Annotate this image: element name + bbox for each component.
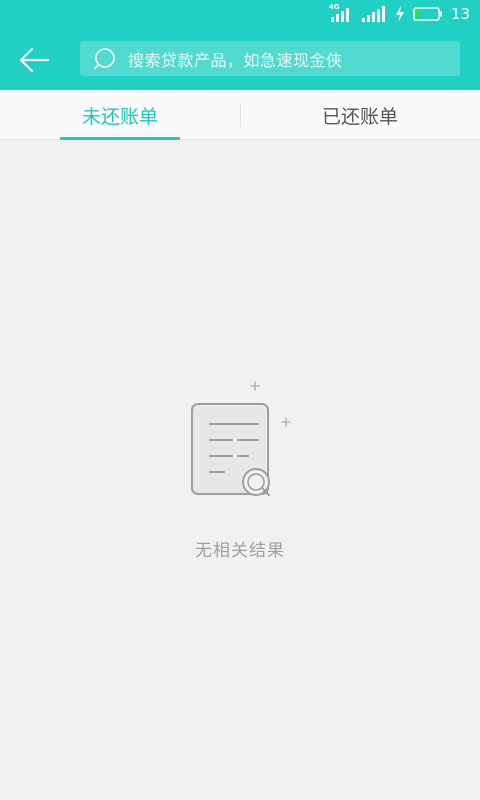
battery-icon (413, 6, 443, 22)
signal-icon: 4G (328, 3, 353, 22)
tab-unpaid-bills[interactable]: 未还账单 (0, 90, 240, 140)
empty-state: 无相关结果 (0, 370, 480, 561)
status-bar: 4G 13 (0, 0, 480, 28)
signal-icon-2 (361, 6, 387, 22)
search-placeholder: 搜索贷款产品，如急速现金侠 (128, 50, 343, 70)
app-header: 4G 13 搜索贷款产品，如急速现金侠 (0, 0, 480, 90)
search-input[interactable]: 搜索贷款产品，如急速现金侠 (80, 41, 460, 76)
status-icons: 4G 13 (328, 3, 470, 24)
tab-divider (240, 103, 241, 127)
back-button[interactable] (14, 42, 54, 78)
lightning-icon (395, 6, 405, 22)
empty-state-message: 无相关结果 (195, 541, 285, 561)
search-icon (94, 47, 118, 71)
tab-paid-bills-label: 已还账单 (321, 105, 398, 128)
tab-paid-bills[interactable]: 已还账单 (240, 90, 480, 140)
document-search-icon (191, 381, 291, 496)
active-tab-indicator (60, 137, 180, 140)
arrow-left-icon (19, 47, 50, 73)
tab-unpaid-bills-label: 未还账单 (81, 105, 158, 128)
battery-level: 13 (450, 5, 470, 23)
network-type-label: 4G (328, 3, 340, 11)
